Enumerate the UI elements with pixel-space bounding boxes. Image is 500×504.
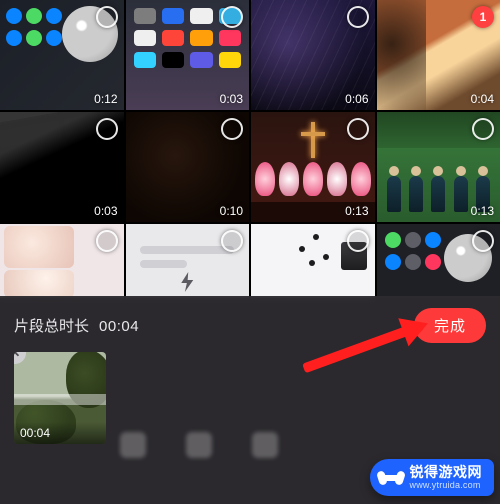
- select-circle-selected-icon[interactable]: 1: [472, 6, 494, 28]
- tile-duration: 0:13: [345, 204, 368, 218]
- video-tile[interactable]: 0:03: [126, 0, 250, 110]
- tile-duration: 0:12: [94, 92, 117, 106]
- clip-duration: 00:04: [14, 422, 106, 444]
- select-circle-icon[interactable]: [472, 118, 494, 140]
- video-tile[interactable]: 1 0:04: [377, 0, 500, 110]
- total-duration: 片段总时长 00:04: [14, 315, 139, 336]
- select-circle-icon[interactable]: [347, 230, 369, 252]
- video-tile[interactable]: 0:12: [0, 0, 124, 110]
- video-tile[interactable]: 0:13: [251, 112, 375, 222]
- video-grid: 0:12 0:03 0:06 1 0:04 0:03 0:: [0, 0, 500, 298]
- select-circle-icon[interactable]: [472, 230, 494, 252]
- select-circle-icon[interactable]: [347, 6, 369, 28]
- video-tile[interactable]: [126, 224, 250, 298]
- tile-duration: 0:13: [471, 204, 494, 218]
- total-duration-label: 片段总时长: [14, 315, 89, 336]
- video-tile[interactable]: 0:06: [251, 0, 375, 110]
- tile-duration: 0:06: [345, 92, 368, 106]
- tile-duration: 0:03: [94, 204, 117, 218]
- video-picker-screen: 0:12 0:03 0:06 1 0:04 0:03 0:: [0, 0, 500, 504]
- tile-duration: 0:10: [220, 204, 243, 218]
- select-circle-icon[interactable]: [96, 118, 118, 140]
- video-tile[interactable]: [0, 224, 124, 298]
- watermark-brand: 锐得游戏网: [410, 465, 483, 480]
- video-tile[interactable]: [251, 224, 375, 298]
- watermark-url: www.ytruida.com: [410, 480, 483, 490]
- clip-decoration: [66, 352, 106, 408]
- select-circle-icon[interactable]: [221, 230, 243, 252]
- total-duration-value: 00:04: [99, 318, 139, 335]
- watermark-text: 锐得游戏网 www.ytruida.com: [410, 465, 483, 490]
- select-circle-icon[interactable]: [221, 6, 243, 28]
- select-circle-icon[interactable]: [96, 230, 118, 252]
- selected-clip[interactable]: ✕ 00:04: [14, 352, 106, 444]
- remove-clip-button[interactable]: ✕: [14, 352, 26, 364]
- tile-duration: 0:03: [220, 92, 243, 106]
- video-tile[interactable]: 0:03: [0, 112, 124, 222]
- video-tile[interactable]: [377, 224, 500, 298]
- select-circle-icon[interactable]: [347, 118, 369, 140]
- select-circle-icon[interactable]: [221, 118, 243, 140]
- gamepad-icon: [378, 469, 404, 487]
- tile-duration: 0:04: [471, 92, 494, 106]
- panel-bottom-blur: [120, 430, 490, 460]
- select-circle-icon[interactable]: [96, 6, 118, 28]
- video-tile[interactable]: 0:13: [377, 112, 500, 222]
- video-tile[interactable]: 0:10: [126, 112, 250, 222]
- watermark-badge: 锐得游戏网 www.ytruida.com: [370, 459, 495, 496]
